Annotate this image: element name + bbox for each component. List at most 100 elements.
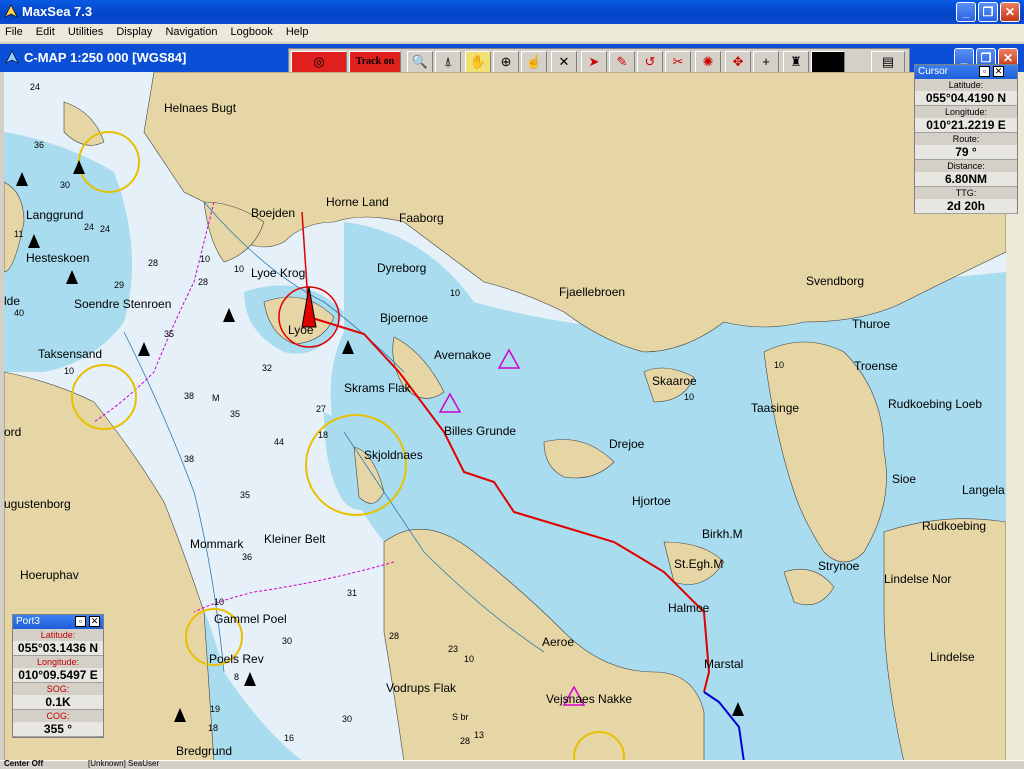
label-hoeruphav: Hoeruphav: [20, 568, 79, 582]
label-dyreborg: Dyreborg: [377, 261, 426, 275]
close-button[interactable]: ✕: [1000, 2, 1020, 22]
svg-text:28: 28: [148, 258, 158, 268]
svg-text:10: 10: [684, 392, 694, 402]
svg-text:S br: S br: [452, 712, 469, 722]
svg-text:30: 30: [342, 714, 352, 724]
port-panel-header: Port3 ▫ ✕: [13, 615, 103, 629]
track-on-button[interactable]: Track on: [349, 51, 401, 73]
cursor-route-label: Route:: [952, 134, 980, 144]
svg-text:31: 31: [347, 588, 357, 598]
color-swatch[interactable]: [811, 51, 845, 73]
cursor-lon-value: 010°21.2219 E: [915, 118, 1017, 133]
svg-text:10: 10: [774, 360, 784, 370]
cursor-ttg-value: 2d 20h: [915, 199, 1017, 214]
crosshair-icon[interactable]: ⊕: [493, 51, 519, 73]
menu-help[interactable]: Help: [281, 24, 314, 38]
svg-text:13: 13: [474, 730, 484, 740]
hand-pan-icon[interactable]: ✋: [465, 51, 491, 73]
mob-button[interactable]: ◎: [291, 51, 347, 73]
svg-text:10: 10: [214, 597, 224, 607]
scissors-icon[interactable]: ✂: [665, 51, 691, 73]
port-panel-title: Port3: [16, 616, 40, 627]
cursor-panel-header: Cursor ▫ ✕: [915, 65, 1017, 79]
center-status[interactable]: Center Off: [4, 759, 43, 768]
cursor-lat-value: 055°04.4190 N: [915, 91, 1017, 106]
cursor-panel-title: Cursor: [918, 66, 949, 77]
plus-icon[interactable]: +: [753, 51, 779, 73]
label-langgrund: Langgrund: [26, 208, 83, 222]
label-lindelse: Lindelse: [930, 650, 975, 664]
cursor-distance-value: 6.80NM: [915, 172, 1017, 187]
label-mommark: Mommark: [190, 537, 244, 551]
target-icon: ◎: [313, 54, 325, 69]
label-faaborg: Faaborg: [399, 211, 444, 225]
minimize-button[interactable]: _: [956, 2, 976, 22]
svg-text:35: 35: [240, 490, 250, 500]
arrow-cursor-icon[interactable]: ➤: [581, 51, 607, 73]
window-layout-icon[interactable]: ▤: [871, 51, 905, 73]
svg-text:19: 19: [210, 704, 220, 714]
hand-pointer-icon[interactable]: ☝: [521, 51, 547, 73]
cursor-distance-label: Distance:: [947, 161, 985, 171]
label-helnaes-bugt: Helnaes Bugt: [164, 101, 237, 115]
zoom-icon[interactable]: 🔍: [407, 51, 433, 73]
label-skrams-flak: Skrams Flak: [344, 381, 412, 395]
label-gammel-poel: Gammel Poel: [214, 612, 287, 626]
pencil-icon[interactable]: ✎: [609, 51, 635, 73]
cursor-panel-restore-button[interactable]: ▫: [979, 66, 990, 77]
rotate-icon[interactable]: ↺: [637, 51, 663, 73]
label-billes-grunde: Billes Grunde: [444, 424, 516, 438]
label-aeroe: Aeroe: [542, 635, 574, 649]
svg-text:8: 8: [234, 672, 239, 682]
route-icon[interactable]: ✺: [695, 51, 721, 73]
chart-toolbar: ◎ Track on 🔍 ⍋ ✋ ⊕ ☝ ✕ ➤ ✎ ↺ ✂ ✺ ✥ + ♜ ▤: [288, 48, 910, 74]
measure-icon[interactable]: ✕: [551, 51, 577, 73]
label-st-egh: St.Egh.M: [674, 557, 723, 571]
port-cog-label: COG:: [46, 711, 70, 721]
port-panel: Port3 ▫ ✕ Latitude: 055°03.1436 N Longit…: [12, 614, 104, 738]
port-panel-restore-button[interactable]: ▫: [75, 616, 86, 627]
port-sog-value: 0.1K: [13, 695, 103, 710]
label-bjoernoe: Bjoernoe: [380, 311, 428, 325]
user-status: [Unknown] SeaUser: [88, 759, 160, 768]
port-lon-value: 010°09.5497 E: [13, 668, 103, 683]
label-horne-land: Horne Land: [326, 195, 389, 209]
lighthouse-icon[interactable]: ♜: [783, 51, 809, 73]
maximize-button[interactable]: ❐: [978, 2, 998, 22]
label-augustenborg: ugustenborg: [4, 497, 71, 511]
menu-utilities[interactable]: Utilities: [63, 24, 108, 38]
nautical-chart[interactable]: Helnaes Bugt Horne Land Faaborg Boejden …: [4, 72, 1006, 762]
menu-display[interactable]: Display: [111, 24, 157, 38]
menu-edit[interactable]: Edit: [31, 24, 60, 38]
chart-window-title: C-MAP 1:250 000 [WGS84]: [24, 50, 187, 65]
label-vejsnaes-nakke: Vejsnaes Nakke: [546, 692, 632, 706]
menu-file[interactable]: File: [0, 24, 28, 38]
move-icon[interactable]: ✥: [725, 51, 751, 73]
app-titlebar: MaxSea 7.3 _ ❐ ✕: [0, 0, 1024, 24]
label-thuroe: Thuroe: [852, 317, 890, 331]
svg-text:10: 10: [64, 366, 74, 376]
svg-text:10: 10: [234, 264, 244, 274]
label-boejden: Boejden: [251, 206, 295, 220]
svg-text:28: 28: [389, 631, 399, 641]
svg-text:10: 10: [450, 288, 460, 298]
port-panel-close-button[interactable]: ✕: [89, 616, 100, 627]
svg-text:32: 32: [262, 363, 272, 373]
menu-logbook[interactable]: Logbook: [226, 24, 278, 38]
svg-text:29: 29: [114, 280, 124, 290]
svg-text:24: 24: [100, 224, 110, 234]
svg-text:24: 24: [84, 222, 94, 232]
label-ord: ord: [4, 425, 21, 439]
svg-text:M: M: [212, 393, 220, 403]
svg-text:23: 23: [448, 644, 458, 654]
port-lon-label: Longitude:: [36, 657, 80, 667]
menu-navigation[interactable]: Navigation: [160, 24, 222, 38]
svg-text:38: 38: [184, 454, 194, 464]
svg-text:27: 27: [316, 404, 326, 414]
svg-text:30: 30: [282, 636, 292, 646]
label-rudkoebing: Rudkoebing: [922, 519, 986, 533]
compass-icon[interactable]: ⍋: [435, 51, 461, 73]
cursor-panel-close-button[interactable]: ✕: [993, 66, 1004, 77]
svg-text:18: 18: [208, 723, 218, 733]
menubar: File Edit Utilities Display Navigation L…: [0, 24, 1024, 42]
